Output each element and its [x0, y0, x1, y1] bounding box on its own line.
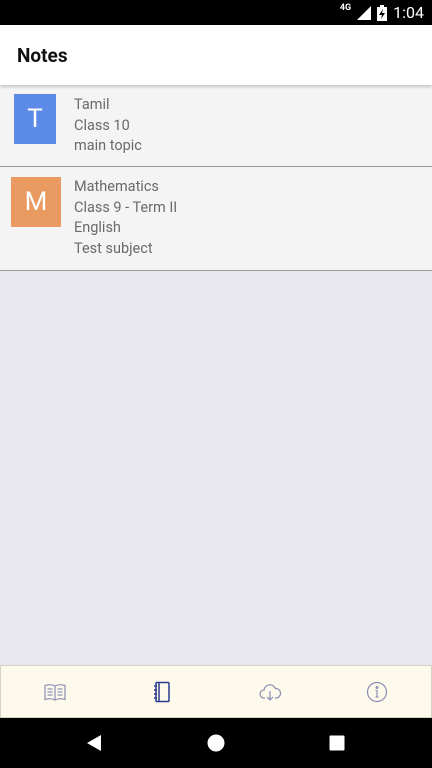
note-topic: Test subject [74, 239, 153, 257]
recents-button[interactable] [307, 718, 367, 768]
book-icon [44, 683, 66, 701]
clock: 1:04 [393, 3, 424, 22]
note-class: Class 10 [74, 116, 130, 134]
bottom-nav [0, 665, 432, 718]
note-subject: Tamil [74, 96, 110, 113]
nav-notes-button[interactable] [109, 666, 217, 717]
note-item-tamil[interactable]: T Tamil Class 10 main topic [0, 85, 432, 167]
nav-download-button[interactable] [216, 666, 324, 717]
home-icon [207, 734, 225, 752]
battery-charging-icon [377, 4, 388, 21]
avatar: M [11, 177, 61, 227]
avatar: T [14, 94, 56, 144]
network-type: 4G [339, 2, 352, 13]
note-text: Tamil Class 10 main topic [74, 95, 142, 157]
back-button[interactable] [64, 718, 124, 768]
note-subject: Mathematics [74, 178, 159, 195]
cloud-download-icon [259, 683, 281, 701]
home-button[interactable] [186, 718, 246, 768]
recents-icon [329, 735, 345, 751]
notebook-icon [154, 681, 170, 702]
signal-icon [357, 5, 372, 20]
system-nav-bar [0, 718, 432, 768]
status-bar: 4G 1:04 [0, 0, 432, 25]
app-bar: Notes [0, 25, 432, 85]
info-icon [367, 681, 388, 702]
back-icon [87, 735, 101, 751]
page-title: Notes [17, 44, 68, 67]
nav-info-button[interactable] [324, 666, 432, 717]
nav-library-button[interactable] [1, 666, 109, 717]
notes-list: T Tamil Class 10 main topic M Mathematic… [0, 85, 432, 271]
note-language: English [74, 219, 121, 236]
note-topic: main topic [74, 137, 142, 154]
note-text: Mathematics Class 9 - Term II English Te… [74, 177, 177, 259]
note-class: Class 9 - Term II [74, 198, 178, 216]
note-item-mathematics[interactable]: M Mathematics Class 9 - Term II English … [0, 167, 432, 271]
